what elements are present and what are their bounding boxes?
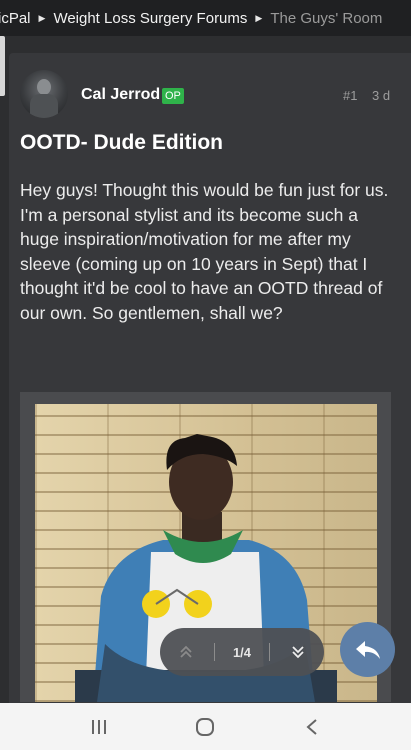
chevron-right-icon: ▶ (255, 12, 263, 23)
reply-button[interactable] (340, 622, 395, 677)
breadcrumb: icPal ▶ Weight Loss Surgery Forums ▶ The… (0, 0, 411, 36)
post-pager: 1/4 (160, 628, 324, 676)
breadcrumb-item-current[interactable]: The Guys' Room (270, 10, 382, 27)
page-indicator[interactable]: 1/4 (233, 645, 251, 660)
recent-apps-button[interactable] (79, 709, 119, 745)
back-button[interactable] (292, 709, 332, 745)
author-name[interactable]: Cal Jerrod (81, 86, 160, 104)
double-chevron-down-icon[interactable] (288, 642, 308, 662)
post-body: Hey guys! Thought this would be fun just… (20, 180, 389, 323)
reply-icon (355, 640, 380, 659)
post-title: OOTD- Dude Edition (20, 131, 223, 154)
breadcrumb-item-home[interactable]: icPal (0, 10, 31, 27)
scrollbar[interactable] (0, 36, 5, 96)
post-age: 3 d (372, 88, 391, 103)
breadcrumb-item-forums[interactable]: Weight Loss Surgery Forums (53, 10, 247, 27)
header-divider (0, 36, 411, 53)
avatar[interactable] (20, 70, 68, 118)
chevron-right-icon: ▶ (38, 12, 46, 23)
op-badge: OP (162, 88, 184, 104)
system-nav-bar (0, 703, 411, 750)
home-button[interactable] (185, 709, 225, 745)
post-number[interactable]: #1 (343, 88, 357, 103)
double-chevron-up-icon[interactable] (176, 642, 196, 662)
